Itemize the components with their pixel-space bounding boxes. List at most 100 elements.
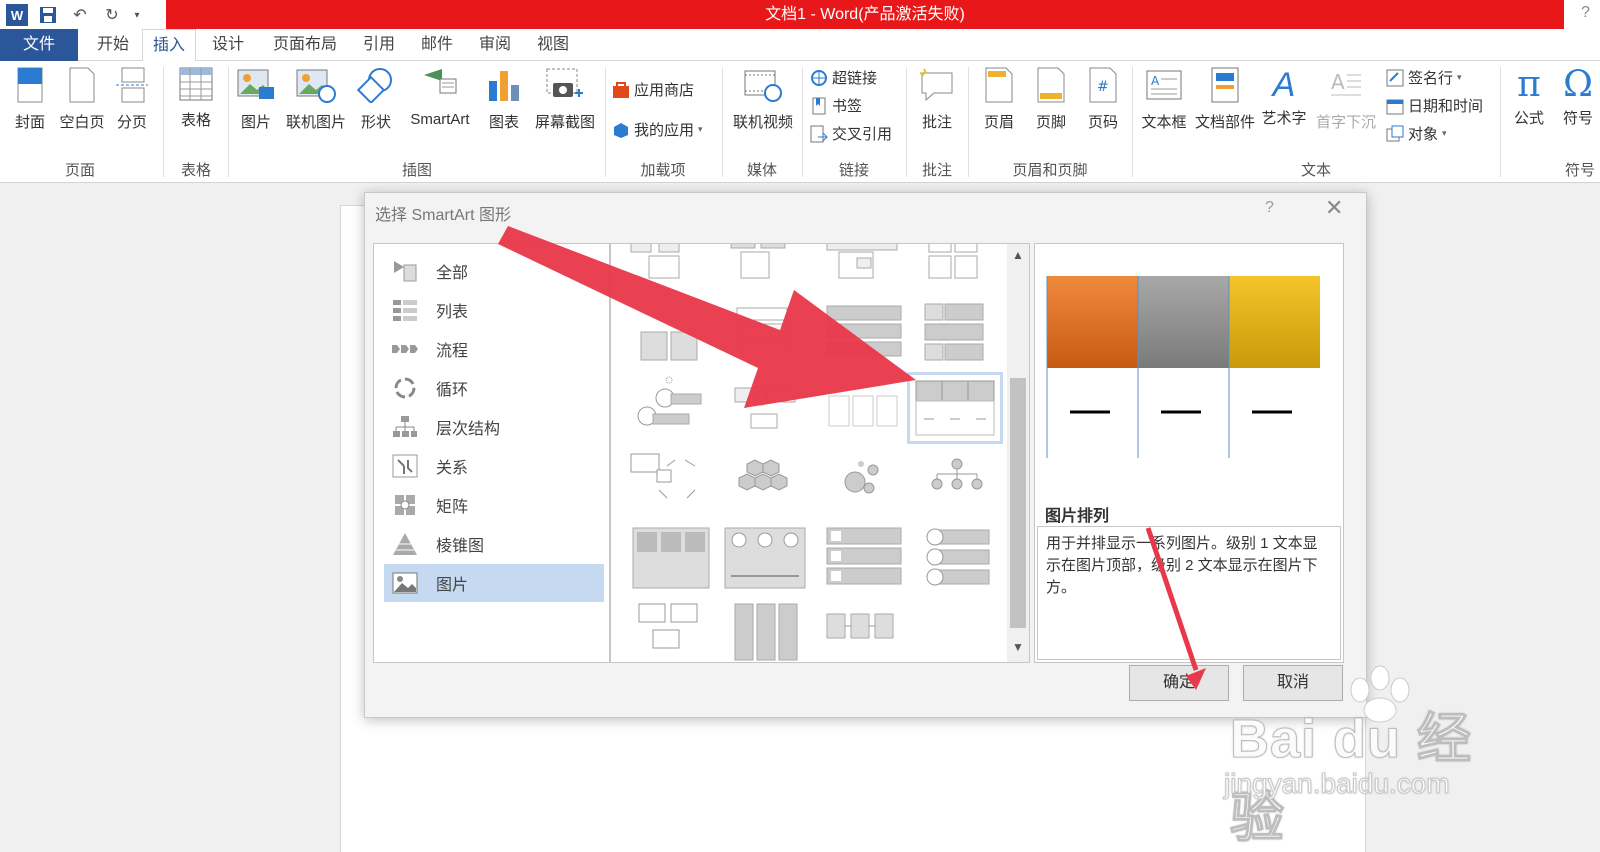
page-break-button[interactable]: 分页 [110, 67, 154, 132]
gallery-scrollbar[interactable]: ▲ ▼ [1007, 244, 1029, 662]
category-all[interactable]: 全部 [384, 252, 604, 290]
picture-strips-icon [915, 380, 995, 436]
layout-thumbnail[interactable] [721, 243, 809, 302]
wordart-icon: A [1272, 66, 1296, 104]
my-apps-button[interactable]: 我的应用 ▾ [612, 119, 703, 140]
layout-thumbnail[interactable] [817, 526, 905, 590]
picture-strips-layout-selected[interactable] [907, 372, 1003, 444]
wordart-button[interactable]: A 艺术字 [1258, 67, 1310, 128]
layout-thumbnail[interactable] [721, 302, 809, 366]
shapes-button[interactable]: 形状 [354, 67, 398, 132]
online-video-button[interactable]: 联机视频 [728, 67, 798, 132]
category-cycle[interactable]: 循环 [384, 369, 604, 407]
illustrations-group-label: 插图 [401, 162, 432, 179]
screenshot-button[interactable]: 屏幕截图 [530, 67, 600, 132]
scroll-up-icon[interactable]: ▲ [1010, 248, 1026, 264]
category-pyramid[interactable]: 棱锥图 [384, 525, 604, 563]
layout-thumbnail[interactable] [721, 450, 809, 514]
help-icon[interactable]: ? [1581, 4, 1590, 22]
picture-category-icon [390, 570, 420, 596]
textbox-button[interactable]: A 文本框 [1136, 67, 1192, 132]
tab-insert[interactable]: 插入 [142, 29, 196, 62]
screenshot-label: 屏幕截图 [534, 114, 595, 131]
ribbon-separator [605, 67, 606, 177]
table-button[interactable]: 表格 [172, 67, 220, 130]
redo-icon[interactable]: ↻ [100, 4, 124, 26]
category-matrix[interactable]: 矩阵 [384, 486, 604, 524]
calendar-icon [1386, 99, 1404, 114]
layout-thumbnail[interactable] [913, 450, 1001, 514]
layout-thumbnail[interactable] [625, 526, 713, 590]
header-label: 页眉 [983, 114, 1014, 131]
footer-button[interactable]: 页脚 [1026, 67, 1076, 132]
layout-thumbnail[interactable] [721, 600, 809, 663]
tab-home[interactable]: 开始 [84, 29, 142, 61]
layout-thumbnail[interactable] [913, 243, 1001, 302]
equation-button[interactable]: π 公式 [1506, 67, 1552, 128]
layout-thumbnail[interactable] [817, 376, 905, 440]
tab-layout[interactable]: 页面布局 [262, 29, 348, 61]
layout-thumbnail[interactable] [817, 600, 905, 663]
category-list-item[interactable]: 列表 [384, 291, 604, 329]
undo-icon[interactable]: ↶ [68, 4, 92, 26]
signature-line-button[interactable]: 签名行 ▾ [1386, 67, 1462, 88]
customize-qat-icon[interactable]: ▾ [132, 4, 142, 26]
hyperlink-icon [811, 69, 827, 86]
dialog-help-button[interactable]: ? [1265, 199, 1274, 217]
layout-thumbnail[interactable] [817, 302, 905, 366]
tab-view[interactable]: 视图 [526, 29, 580, 61]
tab-review[interactable]: 审阅 [468, 29, 522, 61]
store-button[interactable]: 应用商店 [612, 79, 694, 100]
tab-design[interactable]: 设计 [200, 29, 256, 61]
word-app-icon[interactable]: W [6, 4, 28, 26]
layout-thumbnail[interactable] [625, 243, 713, 302]
chart-button[interactable]: 图表 [482, 67, 526, 132]
layout-thumbnail[interactable] [817, 450, 905, 514]
category-process[interactable]: 流程 [384, 330, 604, 368]
tab-references[interactable]: 引用 [352, 29, 406, 61]
drop-cap-button[interactable]: A 首字下沉 [1312, 67, 1380, 132]
category-picture[interactable]: 图片 [384, 564, 604, 602]
text-group-label: 文本 [1300, 162, 1331, 179]
cross-reference-button[interactable]: 交叉引用 [810, 123, 892, 144]
symbol-button[interactable]: Ω 符号 [1556, 67, 1600, 128]
category-label: 流程 [436, 343, 469, 360]
cover-page-button[interactable]: 封面 [8, 67, 52, 132]
picture-button[interactable]: 图片 [234, 67, 278, 132]
layout-thumbnail[interactable] [721, 376, 809, 440]
smartart-button[interactable]: SmartArt [402, 67, 478, 128]
layout-thumbnail[interactable] [625, 600, 713, 663]
scroll-down-icon[interactable]: ▼ [1010, 640, 1026, 656]
online-picture-button[interactable]: 联机图片 [282, 67, 350, 132]
object-button[interactable]: 对象 ▾ [1386, 123, 1447, 144]
screenshot-icon [546, 68, 583, 97]
shapes-label: 形状 [360, 114, 391, 131]
layout-thumbnail[interactable] [913, 302, 1001, 366]
comment-button[interactable]: 批注 [912, 67, 962, 132]
ok-button[interactable]: 确定 [1129, 665, 1229, 701]
bookmark-button[interactable]: 书签 [810, 95, 862, 116]
scrollbar-thumb[interactable] [1010, 378, 1026, 628]
blank-page-button[interactable]: 空白页 [56, 67, 108, 132]
preview-title: 图片排列 [1045, 508, 1110, 525]
tab-file[interactable]: 文件 [0, 29, 78, 61]
layout-thumbnail[interactable] [625, 376, 713, 440]
layout-gallery: ▲ ▼ [610, 243, 1030, 663]
date-time-button[interactable]: 日期和时间 [1386, 95, 1483, 116]
table-icon [179, 67, 213, 101]
layout-thumbnail[interactable] [625, 302, 713, 366]
close-icon[interactable]: ✕ [1325, 195, 1343, 221]
header-button[interactable]: 页眉 [974, 67, 1024, 132]
page-number-button[interactable]: # 页码 [1078, 67, 1128, 132]
layout-thumbnail[interactable] [625, 450, 713, 514]
tab-mailings[interactable]: 邮件 [410, 29, 464, 61]
category-hierarchy[interactable]: 层次结构 [384, 408, 604, 446]
category-label: 图片 [436, 577, 469, 594]
layout-thumbnail[interactable] [913, 526, 1001, 590]
save-icon[interactable] [36, 4, 60, 26]
category-relationship[interactable]: 关系 [384, 447, 604, 485]
hyperlink-button[interactable]: 超链接 [810, 67, 877, 88]
layout-thumbnail[interactable] [721, 526, 809, 590]
layout-thumbnail[interactable] [817, 243, 905, 302]
quick-parts-button[interactable]: 文档部件 [1192, 67, 1258, 132]
